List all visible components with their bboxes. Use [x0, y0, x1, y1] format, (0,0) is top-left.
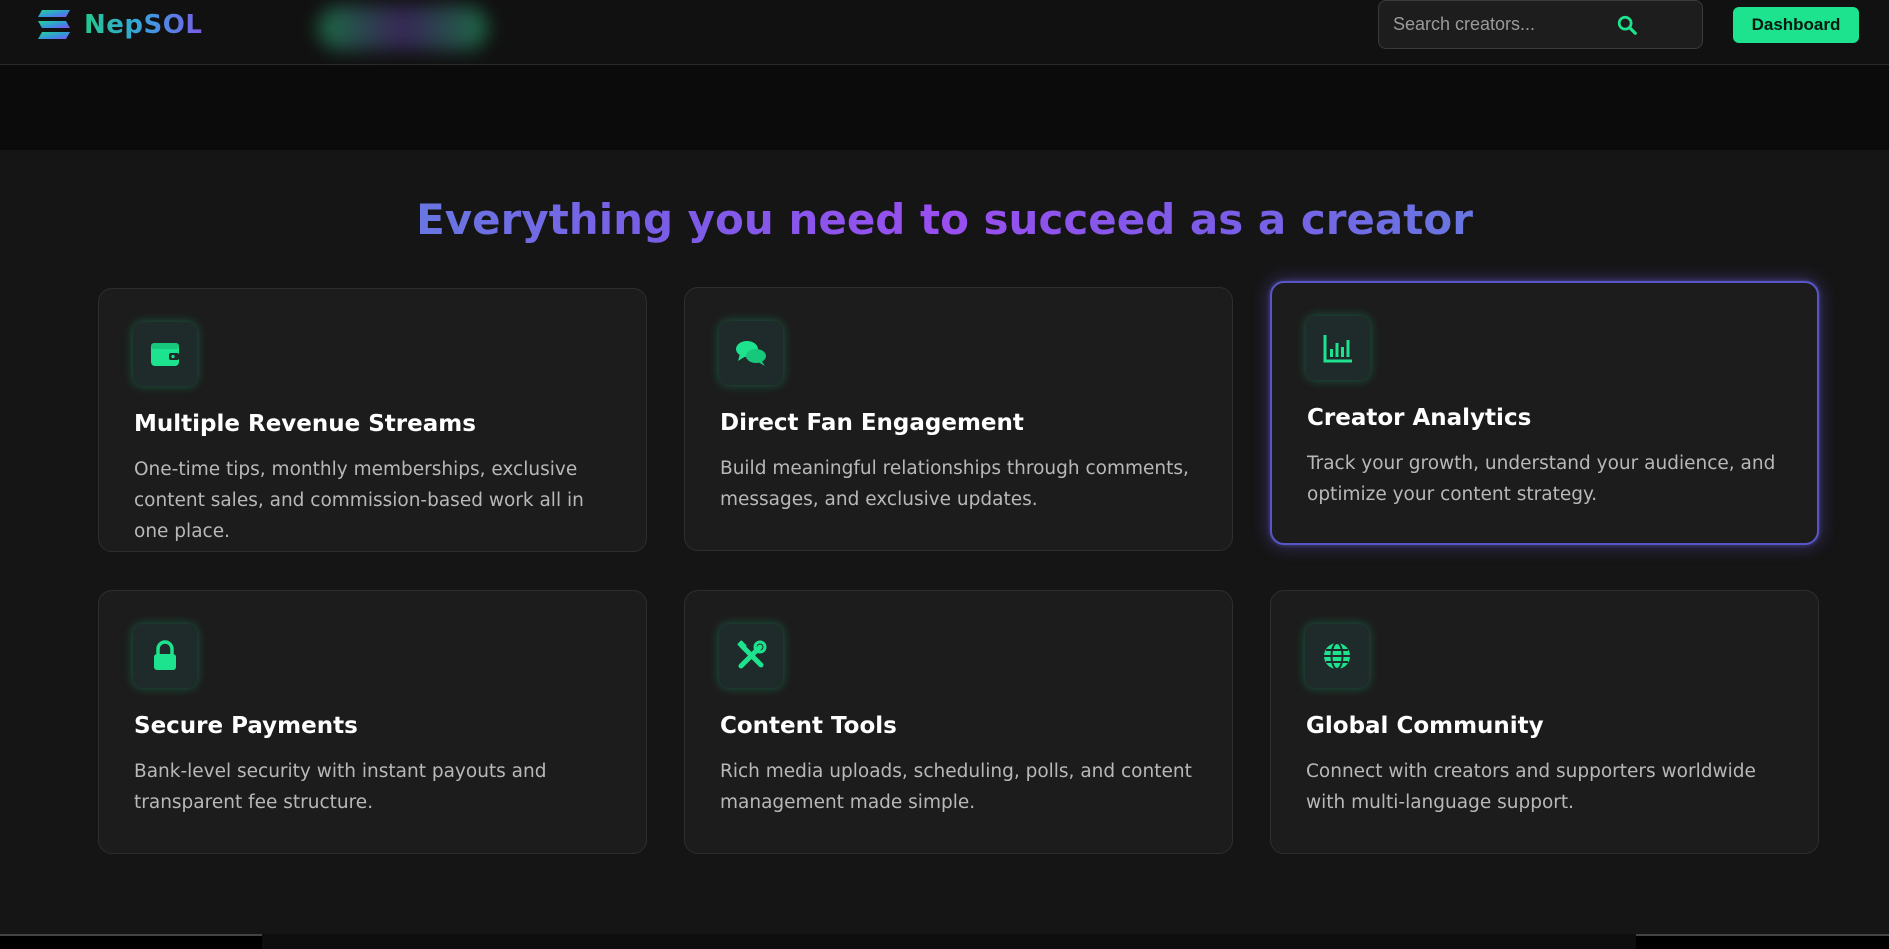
feature-icon-box — [133, 624, 197, 688]
blurred-nav-links — [318, 6, 488, 50]
feature-card-revenue[interactable]: Multiple Revenue Streams One-time tips, … — [98, 288, 647, 552]
bottom-divider-middle — [262, 934, 1636, 949]
search-icon[interactable] — [1616, 14, 1638, 36]
chat-icon — [736, 341, 766, 366]
feature-icon-box — [1306, 316, 1370, 380]
features-section: Everything you need to succeed as a crea… — [0, 150, 1889, 935]
globe-icon — [1324, 642, 1350, 670]
feature-card-community[interactable]: Global Community Connect with creators a… — [1270, 590, 1819, 854]
bottom-divider-left — [0, 934, 262, 949]
feature-description: Track your growth, understand your audie… — [1307, 453, 1776, 505]
brand-logo[interactable]: NepSOL — [36, 6, 202, 44]
analytics-icon — [1323, 335, 1352, 363]
feature-title: Secure Payments — [134, 713, 358, 739]
feature-description: Build meaningful relationships through c… — [720, 458, 1189, 510]
feature-description: Rich media uploads, scheduling, polls, a… — [720, 761, 1192, 813]
feature-card-tools[interactable]: Content Tools Rich media uploads, schedu… — [684, 590, 1233, 854]
feature-icon-box — [719, 624, 783, 688]
wallet-icon — [151, 343, 179, 366]
logo-icon — [38, 10, 70, 39]
feature-title: Global Community — [1306, 713, 1544, 739]
hero-strip — [0, 66, 1889, 150]
feature-description: One-time tips, monthly memberships, excl… — [134, 459, 584, 542]
dashboard-button[interactable]: Dashboard — [1733, 7, 1859, 43]
feature-description: Bank-level security with instant payouts… — [134, 761, 547, 813]
feature-card-analytics[interactable]: Creator Analytics Track your growth, und… — [1270, 281, 1819, 545]
feature-card-payments[interactable]: Secure Payments Bank-level security with… — [98, 590, 647, 854]
search-box — [1378, 0, 1703, 49]
feature-icon-box — [719, 321, 783, 385]
bottom-divider-right — [1636, 934, 1889, 949]
section-title: Everything you need to succeed as a crea… — [0, 195, 1889, 244]
search-input[interactable] — [1393, 14, 1633, 35]
lock-icon — [154, 640, 176, 670]
feature-icon-box — [1305, 624, 1369, 688]
feature-description: Connect with creators and supporters wor… — [1306, 761, 1756, 813]
feature-card-engagement[interactable]: Direct Fan Engagement Build meaningful r… — [684, 287, 1233, 551]
brand-name: NepSOL — [84, 10, 203, 40]
feature-title: Multiple Revenue Streams — [134, 411, 476, 437]
feature-title: Content Tools — [720, 713, 897, 739]
feature-icon-box — [133, 322, 197, 386]
top-navbar: NepSOL Dashboard — [0, 0, 1889, 65]
feature-title: Creator Analytics — [1307, 405, 1532, 431]
feature-title: Direct Fan Engagement — [720, 410, 1024, 436]
tools-icon — [737, 640, 767, 669]
